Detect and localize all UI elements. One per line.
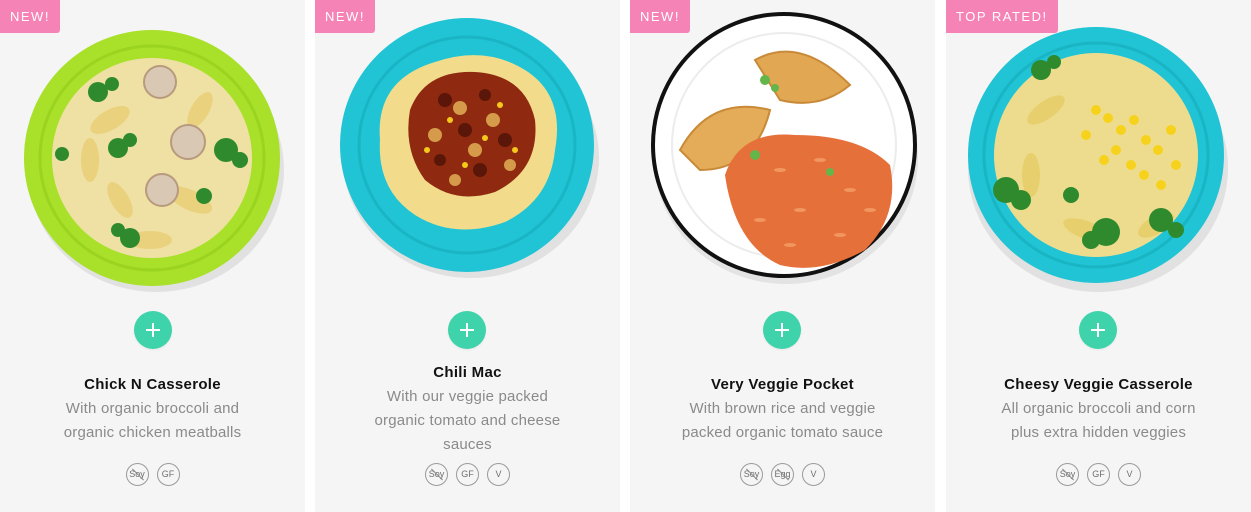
- meal-title: Cheesy Veggie Casserole: [1004, 376, 1193, 393]
- diet-tags: Soy GF V: [315, 463, 620, 486]
- egg-free-tag: Egg: [771, 463, 794, 486]
- diet-tags: Soy GF: [0, 463, 305, 486]
- plate-image: [340, 18, 599, 278]
- plus-icon: [775, 323, 789, 337]
- meal-card-chick-n-casserole[interactable]: NEW! Chick N Casserole With organic broc…: [0, 0, 305, 512]
- diet-tags: Soy Egg V: [630, 463, 935, 486]
- gluten-free-tag: GF: [1087, 463, 1110, 486]
- meal-image[interactable]: [315, 0, 620, 305]
- add-meal-button[interactable]: [1079, 311, 1117, 349]
- add-meal-button[interactable]: [134, 311, 172, 349]
- vegetarian-tag: V: [802, 463, 825, 486]
- soy-free-tag: Soy: [425, 463, 448, 486]
- gluten-free-tag: GF: [156, 463, 180, 486]
- description-line: With brown rice and veggie: [689, 400, 876, 417]
- add-meal-button[interactable]: [448, 311, 486, 349]
- meal-card-very-veggie-pocket[interactable]: NEW! Very Veggie Pocket With brown rice …: [630, 0, 935, 512]
- description-line: plus extra hidden veggies: [1010, 424, 1187, 441]
- plus-icon: [460, 323, 474, 337]
- soy-free-tag: Soy: [125, 463, 149, 486]
- meal-description: With brown rice and veggie packed organi…: [655, 397, 910, 445]
- meal-image[interactable]: [630, 0, 935, 305]
- new-badge: NEW!: [630, 0, 690, 33]
- diet-tags: Soy GF V: [946, 463, 1251, 486]
- meal-title: Chick N Casserole: [84, 376, 221, 393]
- top-rated-badge: TOP RATED!: [946, 0, 1058, 33]
- new-badge: NEW!: [315, 0, 375, 33]
- meal-image[interactable]: [0, 0, 305, 305]
- meal-description: All organic broccoli and corn plus extra…: [971, 397, 1226, 445]
- gluten-free-tag: GF: [456, 463, 479, 486]
- add-meal-button[interactable]: [763, 311, 801, 349]
- meal-image[interactable]: [946, 0, 1251, 305]
- vegetarian-tag: V: [487, 463, 510, 486]
- plus-icon: [1091, 323, 1105, 337]
- meal-grid: NEW! Chick N Casserole With organic broc…: [0, 0, 1251, 512]
- description-line: organic chicken meatballs: [63, 424, 242, 441]
- meal-title: Chili Mac: [433, 364, 502, 381]
- description-line: All organic broccoli and corn: [1001, 400, 1196, 417]
- description-line: With our veggie packed: [386, 388, 549, 405]
- description-line: packed organic tomato sauce: [681, 424, 884, 441]
- description-line: sauces: [443, 436, 492, 453]
- description-line: With organic broccoli and: [65, 400, 240, 417]
- plate-image: [968, 27, 1228, 292]
- meal-card-cheesy-veggie-casserole[interactable]: TOP RATED! Cheesy Veggie Casserole All o…: [946, 0, 1251, 512]
- meal-card-chili-mac[interactable]: NEW! Chili Mac With our veggie packed or…: [315, 0, 620, 512]
- meal-title: Very Veggie Pocket: [711, 376, 854, 393]
- plus-icon: [146, 323, 160, 337]
- meal-description: With our veggie packed organic tomato an…: [340, 385, 595, 457]
- new-badge: NEW!: [0, 0, 60, 33]
- description-line: organic tomato and cheese: [374, 412, 561, 429]
- plate-image: [651, 12, 918, 284]
- vegetarian-tag: V: [1118, 463, 1141, 486]
- soy-free-tag: Soy: [1056, 463, 1079, 486]
- soy-free-tag: Soy: [740, 463, 763, 486]
- meal-description: With organic broccoli and organic chicke…: [25, 397, 280, 445]
- plate-image: [24, 30, 284, 292]
